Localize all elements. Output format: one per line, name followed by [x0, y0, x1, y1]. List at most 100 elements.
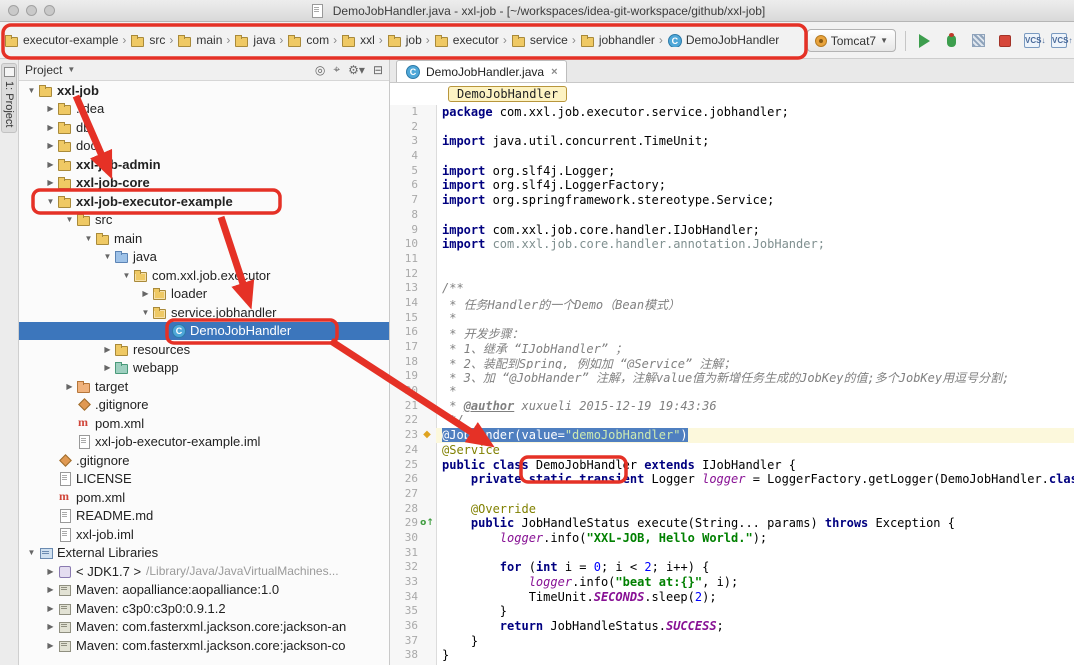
scroll-from-source-icon[interactable]: ◎	[315, 63, 325, 77]
tree-item[interactable]: ▶xxl-job-core	[19, 174, 389, 193]
code-line[interactable]: 14 * 任务Handler的一个Demo（Bean模式）	[390, 296, 1074, 311]
chevron-right-icon[interactable]: ▶	[44, 160, 57, 169]
chevron-down-icon[interactable]: ▼	[120, 271, 133, 280]
code-line[interactable]: 27	[390, 487, 1074, 502]
run-configuration-select[interactable]: Tomcat7 ▼	[807, 29, 896, 52]
tree-item[interactable]: ▼main	[19, 229, 389, 248]
tree-item[interactable]: ▶db	[19, 118, 389, 137]
tree-item[interactable]: README.md	[19, 507, 389, 526]
chevron-right-icon[interactable]: ▶	[63, 382, 76, 391]
tree-item[interactable]: ▶Maven: com.fasterxml.jackson.core:jacks…	[19, 618, 389, 637]
code-line[interactable]: 22 */	[390, 413, 1074, 428]
breadcrumb-item[interactable]: jobhandler	[580, 33, 655, 47]
code-line[interactable]: 33 logger.info("beat at:{}", i);	[390, 575, 1074, 590]
chevron-down-icon[interactable]: ▼	[25, 548, 38, 557]
close-tab-icon[interactable]: ×	[551, 66, 557, 78]
code-line[interactable]: 37 }	[390, 634, 1074, 649]
code-line[interactable]: 6import org.slf4j.LoggerFactory;	[390, 178, 1074, 193]
chevron-right-icon[interactable]: ▶	[44, 104, 57, 113]
breadcrumb-item[interactable]: com	[287, 33, 329, 47]
code-line[interactable]: 21 * @author xuxueli 2015-12-19 19:43:36	[390, 399, 1074, 414]
chevron-down-icon[interactable]: ▼	[82, 234, 95, 243]
code-line[interactable]: 19 * 3、加 “@JobHander” 注解，注解value值为新增任务生成…	[390, 369, 1074, 384]
code-line[interactable]: 30 logger.info("XXL-JOB, Hello World.");	[390, 531, 1074, 546]
tree-item[interactable]: ▶Maven: com.fasterxml.jackson.core:jacks…	[19, 636, 389, 655]
breadcrumb-item[interactable]: xxl	[341, 33, 375, 47]
tree-item[interactable]: xxl-job.iml	[19, 525, 389, 544]
chevron-down-icon[interactable]: ▼	[25, 86, 38, 95]
project-stripe-tab[interactable]: 1: Project	[1, 63, 17, 133]
code-line[interactable]: 12	[390, 267, 1074, 282]
code-line[interactable]: 11	[390, 252, 1074, 267]
tree-item[interactable]: ▼com.xxl.job.executor	[19, 266, 389, 285]
tree-item[interactable]: ▶webapp	[19, 359, 389, 378]
chevron-right-icon[interactable]: ▶	[101, 363, 114, 372]
editor-tab[interactable]: DemoJobHandler.java ×	[396, 60, 567, 82]
tree-item[interactable]: ▼service.jobhandler	[19, 303, 389, 322]
breadcrumb-item[interactable]: executor-example	[4, 33, 118, 47]
breadcrumb-item[interactable]: DemoJobHandler	[667, 33, 779, 47]
tree-item[interactable]: ▶Maven: c3p0:c3p0:0.9.1.2	[19, 599, 389, 618]
code-line[interactable]: 20 *	[390, 384, 1074, 399]
hide-panel-icon[interactable]: ⊟	[373, 63, 383, 77]
chevron-right-icon[interactable]: ▶	[44, 641, 57, 650]
tree-item[interactable]: LICENSE	[19, 470, 389, 489]
project-panel-title[interactable]: Project	[25, 63, 62, 77]
tree-item[interactable]: ▼External Libraries	[19, 544, 389, 563]
chevron-right-icon[interactable]: ▶	[44, 622, 57, 631]
tree-item[interactable]: pom.xml	[19, 414, 389, 433]
code-line[interactable]: 29o↑ public JobHandleStatus execute(Stri…	[390, 516, 1074, 531]
tree-item[interactable]: ▶doc	[19, 137, 389, 156]
code-line[interactable]: 8	[390, 208, 1074, 223]
tree-item[interactable]: ▶< JDK1.7 >/Library/Java/JavaVirtualMach…	[19, 562, 389, 581]
code-line[interactable]: 24@Service	[390, 443, 1074, 458]
code-line[interactable]: 13/**	[390, 281, 1074, 296]
code-line[interactable]: 10import com.xxl.job.core.handler.annota…	[390, 237, 1074, 252]
code-line[interactable]: 2	[390, 120, 1074, 135]
tree-item[interactable]: ▶.idea	[19, 100, 389, 119]
code-line[interactable]: 38}	[390, 648, 1074, 663]
code-line[interactable]: 28 @Override	[390, 502, 1074, 517]
chevron-right-icon[interactable]: ▶	[101, 345, 114, 354]
tree-item[interactable]: ▶loader	[19, 285, 389, 304]
tree-item[interactable]: ▶resources	[19, 340, 389, 359]
chevron-down-icon[interactable]: ▼	[44, 197, 57, 206]
code-line[interactable]: 1package com.xxl.job.executor.service.jo…	[390, 105, 1074, 120]
code-line[interactable]: 34 TimeUnit.SECONDS.sleep(2);	[390, 590, 1074, 605]
breadcrumb-item[interactable]: src	[130, 33, 165, 47]
override-gutter-icon[interactable]: o↑	[418, 516, 436, 531]
breadcrumb-item[interactable]: main	[177, 33, 222, 47]
stop-button[interactable]	[996, 32, 1014, 50]
gear-icon[interactable]: ⚙▾	[348, 63, 365, 77]
tree-item[interactable]: .gitignore	[19, 451, 389, 470]
code-line[interactable]: 15 *	[390, 311, 1074, 326]
chevron-right-icon[interactable]: ▶	[44, 123, 57, 132]
chevron-right-icon[interactable]: ▶	[44, 585, 57, 594]
tree-item[interactable]: DemoJobHandler	[19, 322, 389, 341]
breadcrumb-item[interactable]: job	[387, 33, 422, 47]
vcs-update-button[interactable]: VCS↓	[1023, 32, 1041, 50]
coverage-button[interactable]	[969, 32, 987, 50]
tree-item[interactable]: .gitignore	[19, 396, 389, 415]
code-line[interactable]: 17 * 1、继承 “IJobHandler” ；	[390, 340, 1074, 355]
code-line[interactable]: 25public class DemoJobHandler extends IJ…	[390, 458, 1074, 473]
code-line[interactable]: 32 for (int i = 0; i < 2; i++) {	[390, 560, 1074, 575]
breadcrumb-item[interactable]: executor	[434, 33, 499, 47]
tree-item[interactable]: ▼xxl-job-executor-example	[19, 192, 389, 211]
tree-item[interactable]: ▼xxl-job	[19, 81, 389, 100]
bookmark-gutter-icon[interactable]: ◆	[418, 428, 436, 443]
tree-item[interactable]: xxl-job-executor-example.iml	[19, 433, 389, 452]
code-line[interactable]: 4	[390, 149, 1074, 164]
class-breadcrumb-chip[interactable]: DemoJobHandler	[448, 86, 567, 102]
code-line[interactable]: 18 * 2、装配到Spring, 例如加 “@Service” 注解；	[390, 355, 1074, 370]
code-line[interactable]: 26 private static transient Logger logge…	[390, 472, 1074, 487]
tree-item[interactable]: ▼java	[19, 248, 389, 267]
code-line[interactable]: 35 }	[390, 604, 1074, 619]
breadcrumb-item[interactable]: service	[511, 33, 568, 47]
vcs-commit-button[interactable]: VCS↑	[1050, 32, 1068, 50]
tree-item[interactable]: ▶xxl-job-admin	[19, 155, 389, 174]
code-line[interactable]: 9import com.xxl.job.core.handler.IJobHan…	[390, 223, 1074, 238]
code-line[interactable]: 16 * 开发步骤：	[390, 325, 1074, 340]
tree-item[interactable]: ▶target	[19, 377, 389, 396]
chevron-right-icon[interactable]: ▶	[44, 604, 57, 613]
